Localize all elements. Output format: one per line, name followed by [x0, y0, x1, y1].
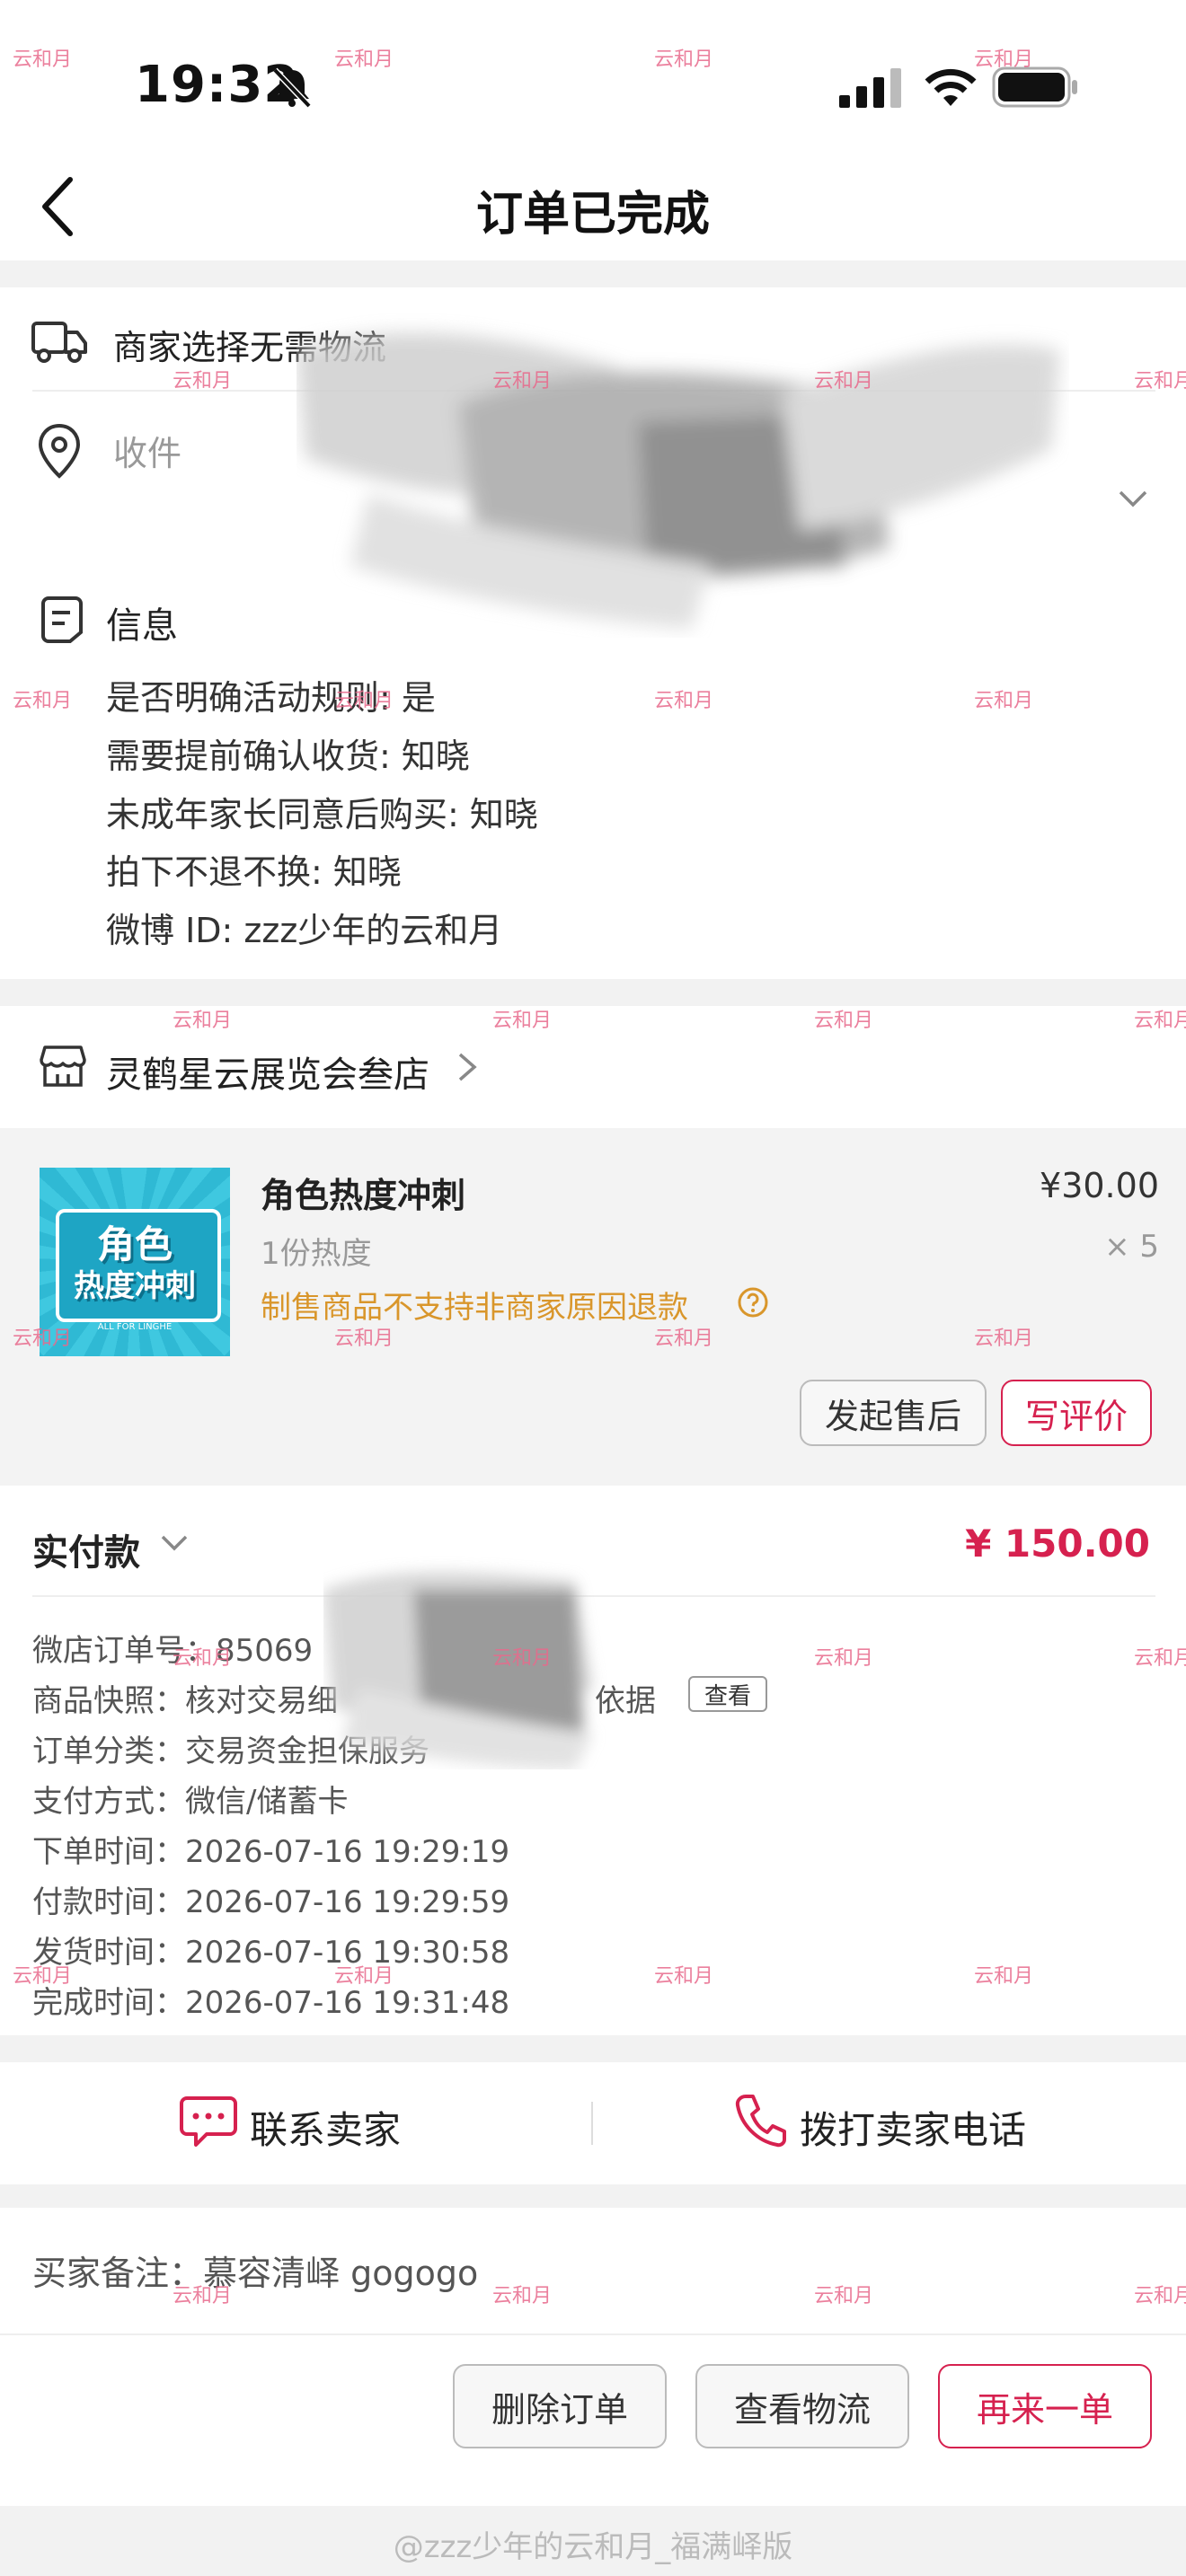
watermark-text: 云和月 — [814, 1010, 874, 1032]
watermark-text: 云和月 — [173, 1010, 233, 1032]
completion-time: 完成时间：2026-07-16 19:31:48 — [32, 1985, 510, 2021]
delete-order-button[interactable]: 删除订单 — [453, 2364, 667, 2448]
watermark-text: 云和月 — [814, 1647, 874, 1670]
shop-icon — [40, 1045, 86, 1087]
watermark-text: 云和月 — [173, 370, 233, 393]
watermark-text: 云和月 — [814, 370, 874, 393]
paid-amount-label[interactable]: 实付款 — [32, 1523, 140, 1575]
product-spec: 1份热度 — [261, 1236, 372, 1272]
help-question-icon[interactable] — [737, 1286, 769, 1319]
shipping-time: 发货时间：2026-07-16 19:30:58 — [32, 1935, 510, 1971]
watermark-text: 云和月 — [13, 690, 73, 712]
chat-bubble-icon[interactable] — [180, 2095, 237, 2148]
watermark-text: 云和月 — [1134, 1647, 1186, 1670]
write-review-button[interactable]: 写评价 — [1001, 1380, 1152, 1446]
truck-icon — [31, 322, 87, 363]
footer-watermark: @zzz少年的云和月_福满峄版 — [393, 2529, 793, 2565]
watermark-text: 云和月 — [13, 49, 73, 71]
watermark-text: 云和月 — [334, 49, 394, 71]
product-name[interactable]: 角色热度冲刺 — [261, 1168, 465, 1217]
chevron-down-icon[interactable] — [160, 1534, 189, 1552]
cellular-signal-icon — [839, 68, 901, 108]
watermark-text: 云和月 — [492, 1010, 553, 1032]
watermark-text: 云和月 — [814, 2285, 874, 2307]
location-pin-icon — [38, 423, 81, 479]
call-seller-label[interactable]: 拨打卖家电话 — [800, 2100, 1026, 2155]
watermark-text: 云和月 — [334, 1328, 394, 1350]
watermark-text: 云和月 — [173, 1647, 233, 1670]
watermark-text: 云和月 — [654, 1965, 714, 1988]
view-snapshot-button[interactable]: 查看 — [688, 1676, 767, 1712]
product-price: ¥30.00 — [1040, 1166, 1159, 1205]
paid-amount-value: ¥ 150.00 — [965, 1522, 1150, 1566]
reorder-button[interactable]: 再来一单 — [938, 2364, 1152, 2448]
payment-method: 支付方式：微信/储蓄卡 — [32, 1784, 349, 1820]
watermark-text: 云和月 — [492, 2285, 553, 2307]
watermark-text: 云和月 — [1134, 370, 1186, 393]
address-label: 收件 — [113, 434, 182, 473]
info-line-guardian: 未成年家长同意后购买: 知晓 — [106, 795, 538, 834]
buyer-remark: 买家备注：慕容清峄 gogogo — [32, 2254, 479, 2293]
watermark-text: 云和月 — [654, 1328, 714, 1350]
thumbnail-title-2: 热度冲刺 — [74, 1268, 196, 1304]
page-title: 订单已完成 — [475, 188, 710, 242]
bell-muted-icon — [272, 67, 312, 109]
watermark-text: 云和月 — [334, 690, 394, 712]
product-snapshot: 商品快照：核对交易细 — [32, 1683, 338, 1719]
watermark-text: 云和月 — [974, 690, 1034, 712]
shop-name[interactable]: 灵鹤星云展览会叁店 — [106, 1045, 429, 1098]
phone-icon[interactable] — [733, 2093, 787, 2148]
chevron-down-icon[interactable] — [1118, 489, 1148, 508]
watermark-text: 云和月 — [492, 370, 553, 393]
wifi-icon — [925, 68, 977, 106]
chevron-right-icon[interactable] — [456, 1051, 478, 1083]
watermark-text: 云和月 — [13, 1965, 73, 1988]
watermark-text: 云和月 — [974, 1328, 1034, 1350]
delivery-method: 商家选择无需物流 — [113, 328, 387, 367]
divider — [591, 2102, 593, 2145]
product-snapshot-tail: 依据 — [595, 1683, 656, 1719]
info-line-no-refund: 拍下不退不换: 知晓 — [106, 852, 402, 892]
watermark-text: 云和月 — [13, 1328, 73, 1350]
watermark-text: 云和月 — [654, 690, 714, 712]
contact-seller-label[interactable]: 联系卖家 — [250, 2100, 401, 2155]
info-line-confirm: 需要提前确认收货: 知晓 — [106, 737, 470, 776]
watermark-text: 云和月 — [334, 1965, 394, 1988]
watermark-text: 云和月 — [974, 1965, 1034, 1988]
info-doc-icon — [41, 596, 83, 643]
battery-icon — [992, 66, 1077, 108]
watermark-text: 云和月 — [654, 49, 714, 71]
order-category: 订单分类：交易资金担保服务 — [32, 1734, 429, 1769]
watermark-text: 云和月 — [492, 1647, 553, 1670]
refund-notice: 制售商品不支持非商家原因退款 — [261, 1290, 688, 1326]
watermark-text: 云和月 — [1134, 2285, 1186, 2307]
divider — [32, 1595, 1155, 1597]
watermark-text: 云和月 — [1134, 1010, 1186, 1032]
view-logistics-button[interactable]: 查看物流 — [695, 2364, 909, 2448]
info-title: 信息 — [106, 605, 178, 647]
watermark-text: 云和月 — [173, 2285, 233, 2307]
watermark-text: 云和月 — [974, 49, 1034, 71]
info-line-weibo-id: 微博 ID: zzz少年的云和月 — [106, 911, 503, 950]
order-time: 下单时间：2026-07-16 19:29:19 — [32, 1834, 510, 1870]
product-quantity: × 5 — [1104, 1229, 1159, 1265]
payment-time: 付款时间：2026-07-16 19:29:59 — [32, 1884, 510, 1920]
after-sale-button[interactable]: 发起售后 — [800, 1380, 987, 1446]
